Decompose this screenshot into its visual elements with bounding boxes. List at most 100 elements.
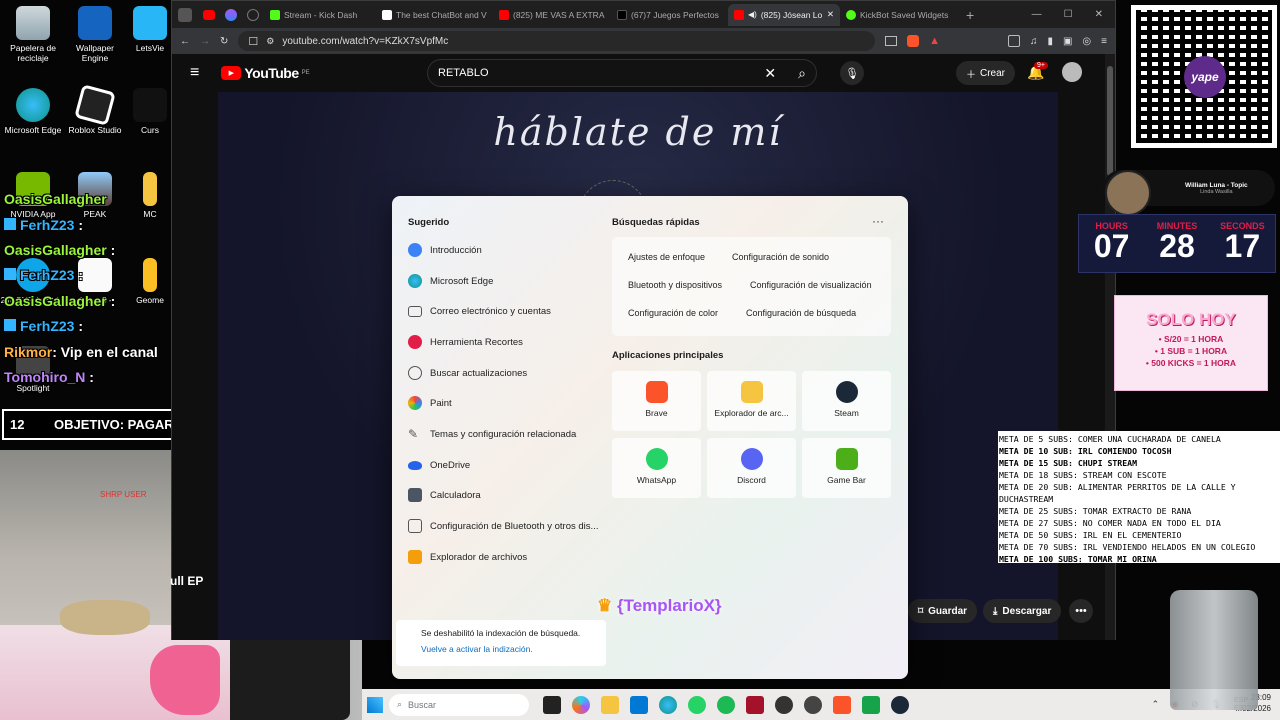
chat-message: OasisGallagher :: [4, 242, 116, 258]
start-button-icon[interactable]: [367, 696, 383, 713]
workspace-icon[interactable]: [178, 7, 192, 22]
suggested-item[interactable]: Herramienta Recortes: [408, 331, 608, 353]
quick-search-chip[interactable]: Ajustes de enfoque: [620, 247, 713, 267]
create-button[interactable]: ＋ Crear: [956, 61, 1016, 85]
store-icon[interactable]: [629, 695, 648, 714]
tab-kickbot[interactable]: KickBot Saved Widgets: [840, 4, 958, 26]
more-options-icon[interactable]: ···: [872, 214, 884, 228]
microphone-icon[interactable]: 🎙: [840, 61, 864, 85]
notepad-icon[interactable]: [861, 695, 880, 714]
tab-youtube-1[interactable]: (825) ME VAS A EXTRA: [493, 4, 611, 26]
clear-search-icon[interactable]: ✕: [764, 65, 776, 82]
app-tile-brave[interactable]: Brave: [612, 371, 701, 431]
suggested-item[interactable]: Correo electrónico y cuentas: [408, 300, 608, 322]
avatar[interactable]: [1062, 62, 1082, 82]
scrollbar-thumb[interactable]: [1107, 66, 1113, 176]
extensions-icon[interactable]: [1007, 35, 1020, 47]
obs-icon[interactable]: [774, 695, 793, 714]
music-icon[interactable]: ♫: [1030, 36, 1038, 47]
copilot-icon[interactable]: [571, 695, 590, 714]
site-info-icon[interactable]: ⚙: [266, 36, 274, 47]
brave-shield-icon[interactable]: [907, 35, 920, 47]
sidebar-icon[interactable]: ▮: [1047, 36, 1053, 47]
wallet-icon[interactable]: ▣: [1063, 36, 1072, 47]
app-tile-discord[interactable]: Discord: [707, 438, 796, 498]
quick-search-chip[interactable]: Configuración de visualización: [742, 275, 880, 295]
back-icon[interactable]: ←: [180, 36, 190, 47]
more-actions-button[interactable]: •••: [1069, 599, 1093, 623]
kick-badge-icon: [4, 268, 16, 280]
app-tile-steam[interactable]: Steam: [802, 371, 891, 431]
tab-chatbot[interactable]: The best ChatBot and V: [376, 4, 493, 26]
close-tab-icon[interactable]: ✕: [827, 9, 834, 20]
save-button[interactable]: ⌑ Guardar: [908, 599, 978, 623]
app-icon[interactable]: [803, 695, 822, 714]
minimize-icon[interactable]: —: [1032, 9, 1042, 20]
task-view-icon[interactable]: [542, 695, 561, 714]
file-explorer-icon[interactable]: [600, 695, 619, 714]
tab-kick-dashboard[interactable]: Stream - Kick Dash: [264, 4, 376, 26]
discord-icon: [740, 448, 763, 470]
wallpaper-engine-shortcut[interactable]: Wallpaper Engine: [62, 6, 128, 63]
taskbar-search-input[interactable]: ⌕ Buscar: [389, 693, 529, 716]
suggested-item[interactable]: Paint: [408, 392, 608, 414]
search-icon[interactable]: ⌕: [798, 65, 806, 82]
youtube-pinned-icon[interactable]: [203, 9, 215, 20]
suggested-item[interactable]: OneDrive: [408, 454, 608, 476]
vpn-icon[interactable]: ◎: [1082, 36, 1091, 47]
reload-icon[interactable]: ↻: [220, 36, 228, 47]
tab-youtube-active[interactable]: ◀) (825) Jósean Lo ✕: [728, 3, 840, 26]
mc-shortcut[interactable]: MC: [128, 172, 172, 219]
reenable-indexing-link[interactable]: Vuelve a activar la indización.: [421, 644, 606, 654]
quick-search-chip[interactable]: Configuración de búsqueda: [738, 303, 864, 323]
edge-shortcut[interactable]: Microsoft Edge: [0, 88, 66, 135]
close-window-icon[interactable]: ✕: [1095, 9, 1103, 20]
quick-search-chip[interactable]: Configuración de color: [620, 303, 726, 323]
spotify-icon[interactable]: [716, 695, 735, 714]
mail-icon: [408, 305, 422, 317]
folder-icon: [143, 172, 157, 206]
edge-icon[interactable]: [658, 695, 677, 714]
menu-icon[interactable]: ≡: [1101, 36, 1107, 47]
copilot-pinned-icon[interactable]: [225, 8, 237, 21]
forward-icon[interactable]: →: [200, 36, 210, 47]
goal-count: 12: [10, 417, 25, 432]
maximize-icon[interactable]: ☐: [1064, 9, 1073, 20]
suggested-item[interactable]: Buscar actualizaciones: [408, 362, 608, 384]
rewards-icon[interactable]: ▲: [929, 35, 940, 47]
suggested-item[interactable]: Configuración de Bluetooth y otros dis..…: [408, 515, 618, 537]
suggested-item[interactable]: Explorador de archivos: [408, 546, 608, 568]
search-input[interactable]: RETABLO ✕ ⌕: [427, 59, 817, 87]
new-tab-button[interactable]: +: [966, 7, 974, 23]
steam-icon[interactable]: [890, 695, 909, 714]
letsview-shortcut[interactable]: LetsVie: [128, 6, 172, 53]
hamburger-menu-icon[interactable]: ≡: [190, 64, 199, 82]
cursor-shortcut[interactable]: Curs: [128, 88, 172, 135]
chat-message: Rikmor: Vip en el canal: [4, 344, 158, 360]
suggested-item[interactable]: ✎ Temas y configuración relacionada: [408, 423, 608, 445]
suggested-item[interactable]: Microsoft Edge: [408, 270, 608, 292]
chevron-up-icon[interactable]: ⌃: [1152, 699, 1160, 710]
url-field[interactable]: ☐ ⚙ youtube.com/watch?v=KZkX7sVpfMc: [238, 31, 876, 51]
quick-search-chip[interactable]: Bluetooth y dispositivos: [620, 275, 730, 295]
app-tile-file-explorer[interactable]: Explorador de arc...: [707, 371, 796, 431]
recycle-bin-shortcut[interactable]: Papelera de reciclaje: [0, 6, 66, 63]
app-tile-game-bar[interactable]: Game Bar: [802, 438, 891, 498]
tab-tiktok[interactable]: (67)7 Juegos Perfectos: [611, 4, 728, 26]
brave-icon[interactable]: [832, 695, 851, 714]
bookmark-icon[interactable]: ☐: [248, 35, 258, 48]
cursor-icon: [133, 88, 167, 122]
quick-search-chip[interactable]: Configuración de sonido: [724, 247, 837, 267]
screen-icon[interactable]: [885, 36, 898, 46]
suggested-item[interactable]: Introducción: [408, 239, 608, 261]
roblox-studio-shortcut[interactable]: Roblox Studio: [62, 84, 128, 135]
dota-icon[interactable]: [745, 695, 764, 714]
geometry-dash-shortcut[interactable]: Geome: [128, 258, 172, 305]
game-bar-icon: [835, 448, 858, 470]
app-tile-whatsapp[interactable]: WhatsApp: [612, 438, 701, 498]
suggested-item[interactable]: Calculadora: [408, 484, 608, 506]
youtube-logo[interactable]: ▶ YouTube PE: [221, 65, 310, 81]
whatsapp-icon[interactable]: [687, 695, 706, 714]
download-button[interactable]: ⤓ Descargar: [983, 599, 1062, 623]
pinned-tab-icon[interactable]: [247, 8, 259, 21]
